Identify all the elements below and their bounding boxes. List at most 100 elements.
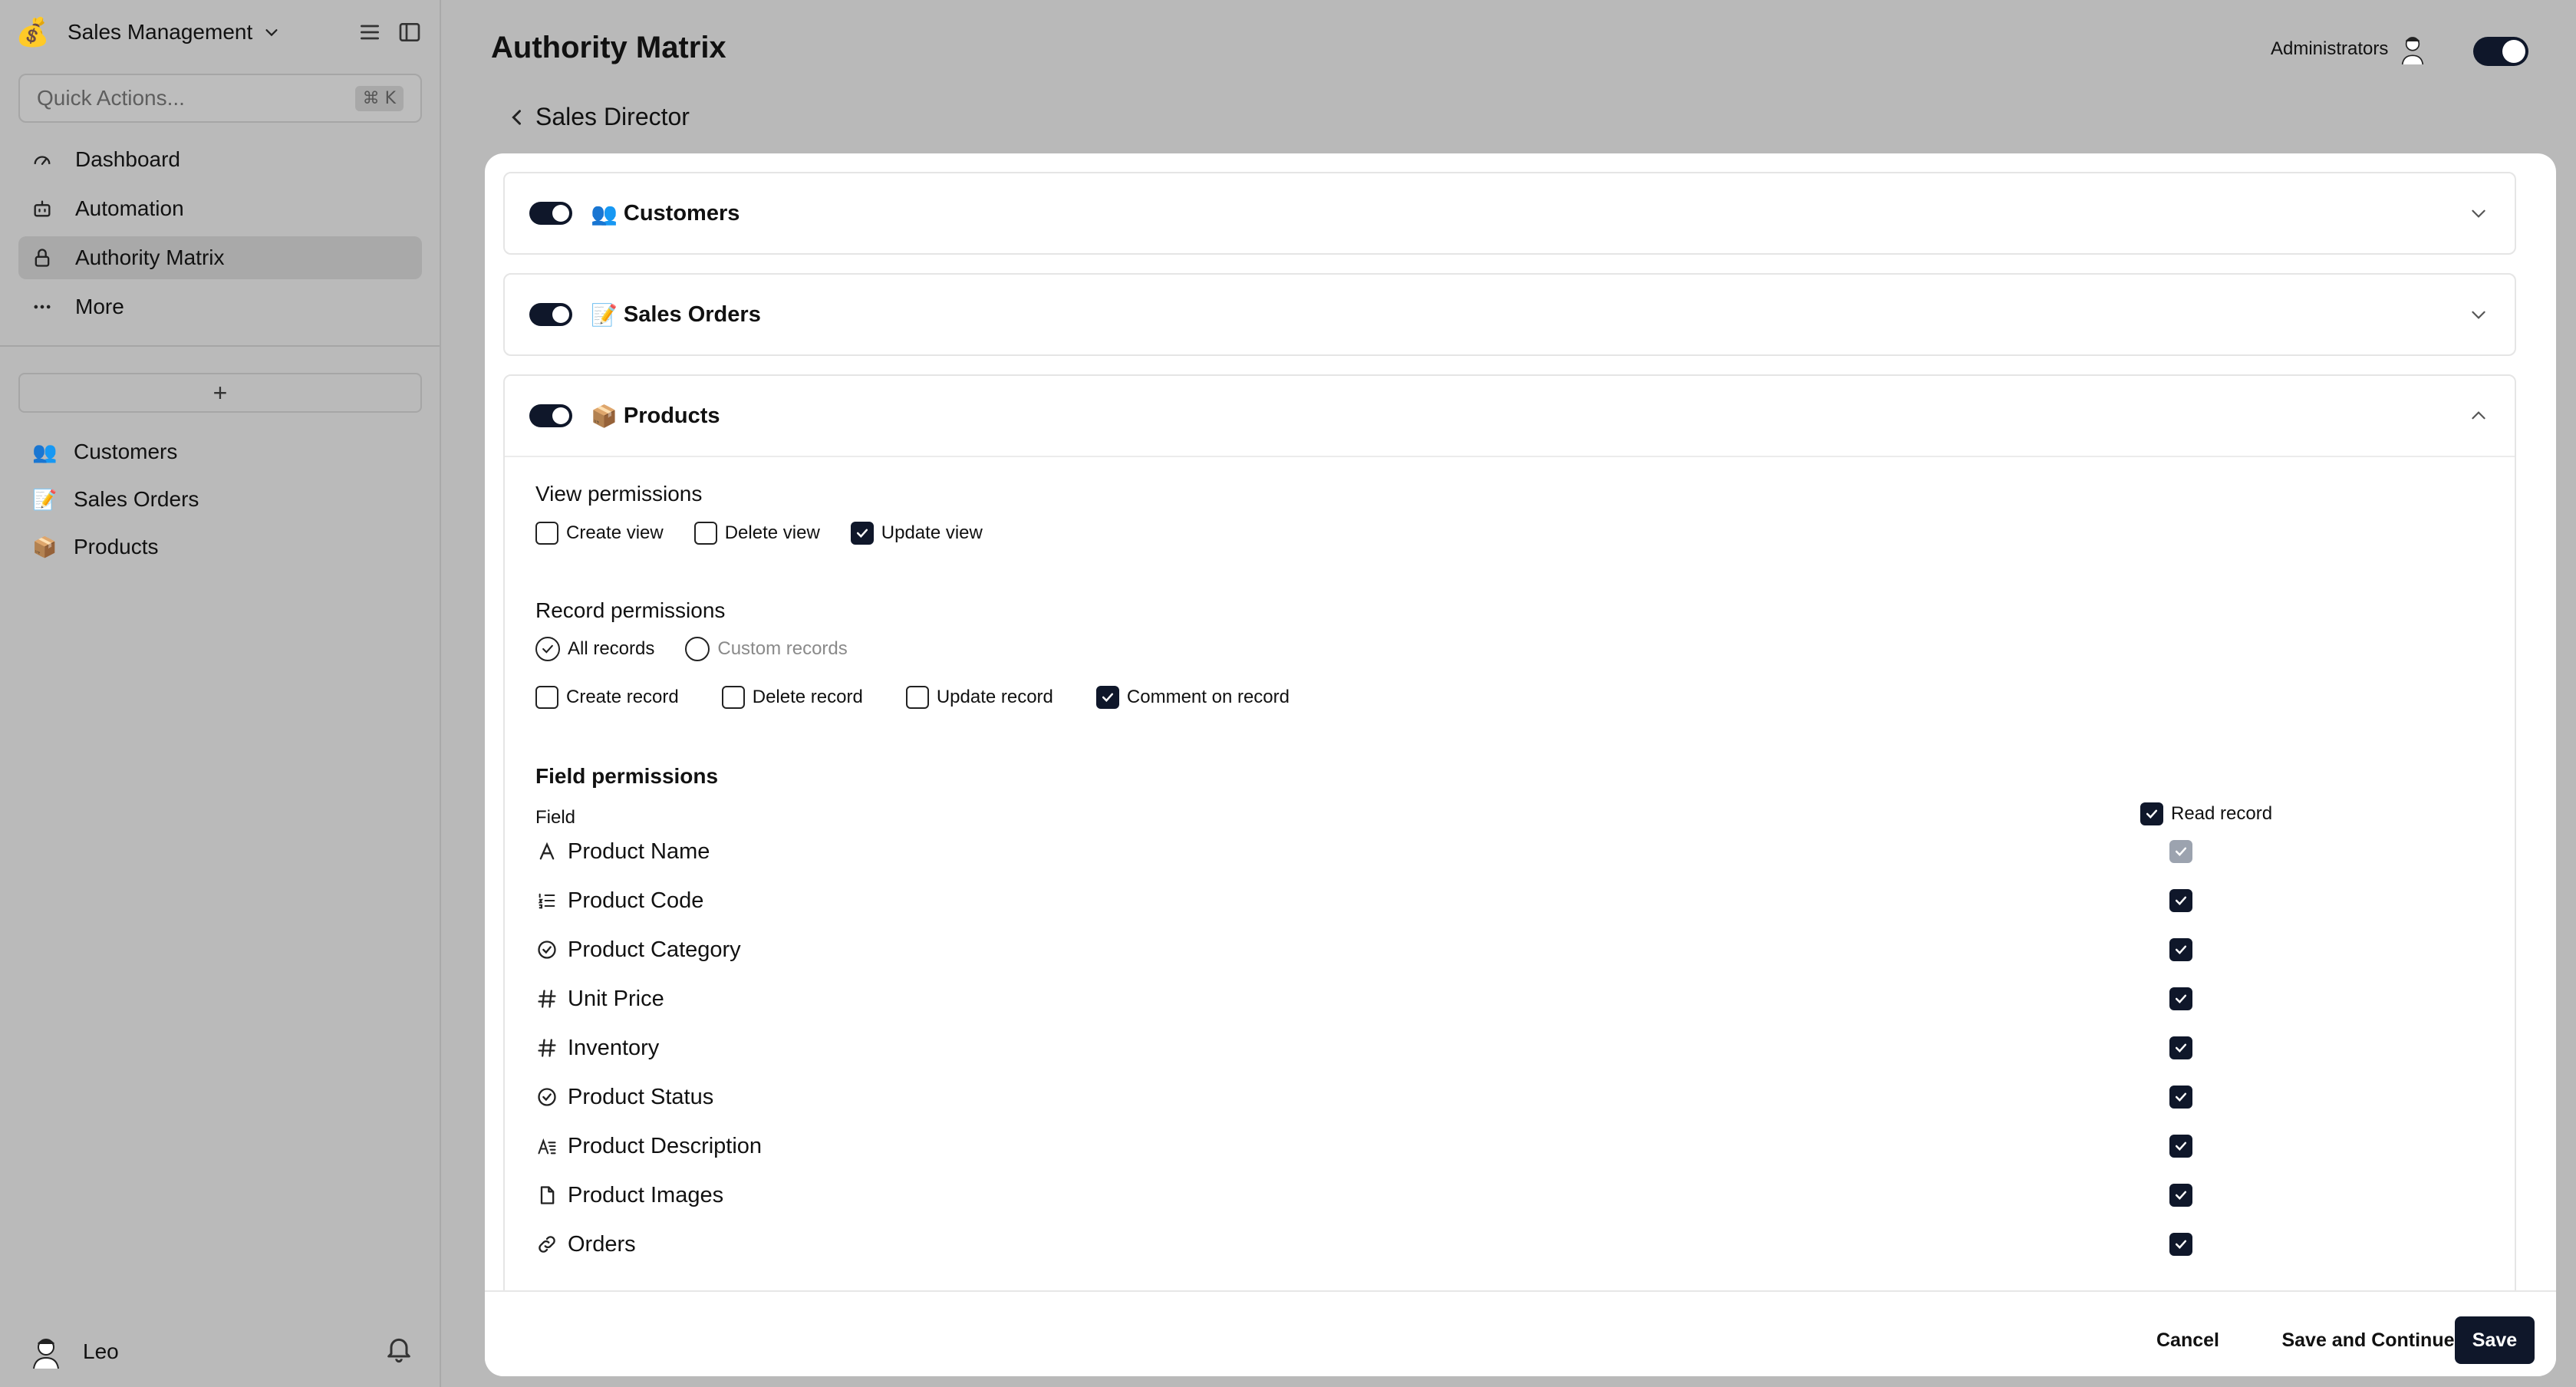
field-row: Unit Price [535,974,2499,1023]
nav-item-dashboard[interactable]: Dashboard [18,138,422,181]
nav-item-automation[interactable]: Automation [18,187,422,230]
read-record-checkbox[interactable] [2169,1233,2192,1256]
create-view-checkbox[interactable]: Create view [535,522,664,545]
circle-check-icon [535,939,558,960]
main-nav: Dashboard Automation Authority Matrix Mo… [18,138,422,334]
field-row: Product Description [535,1122,2499,1171]
checkbox[interactable] [850,522,874,545]
section-sales-orders: 📝 Sales Orders [503,273,2516,356]
quick-actions-placeholder: Quick Actions... [37,86,185,110]
delete-record-checkbox[interactable]: Delete record [721,686,863,709]
nav-item-authority-matrix[interactable]: Authority Matrix [18,236,422,279]
hash-icon [535,988,558,1010]
nav-item-more[interactable]: More [18,285,422,328]
role-selector[interactable]: Administrators [2271,32,2428,66]
delete-view-checkbox[interactable]: Delete view [693,522,820,545]
update-view-checkbox[interactable]: Update view [850,522,983,545]
section-header[interactable]: 📝 Sales Orders [505,275,2515,354]
user-name: Leo [83,1339,119,1363]
checkbox[interactable] [535,686,558,709]
section-header[interactable]: 📦 Products [505,376,2515,456]
circle-check-icon [535,1086,558,1108]
checkbox-label: Create view [566,522,664,543]
global-toggle[interactable] [2473,37,2528,66]
chevron-down-icon[interactable] [2469,305,2489,325]
table-item-sales-orders[interactable]: 📝 Sales Orders [18,476,422,523]
user-profile[interactable]: Leo [28,1329,119,1375]
comment-record-checkbox[interactable]: Comment on record [1095,686,1290,709]
read-record-checkbox[interactable] [2169,1184,2192,1207]
add-table-button[interactable]: + [18,373,422,413]
role-label: Administrators [2271,38,2389,59]
chevron-up-icon[interactable] [2469,406,2489,426]
sidebar: 💰 Sales Management Quick Actions... ⌘ K … [0,0,441,1387]
field-row: Orders [535,1220,2499,1269]
record-permissions-title: Record permissions [535,598,726,622]
read-record-header-checkbox[interactable]: Read record [2140,802,2272,825]
radio[interactable] [685,637,710,661]
view-permissions-title: View permissions [535,482,703,506]
table-item-customers[interactable]: 👥 Customers [18,428,422,476]
checkbox[interactable] [905,686,929,709]
people-icon: 👥 [591,201,618,226]
section-toggle[interactable] [529,202,572,225]
field-label: Product Name [568,838,710,864]
read-record-checkbox[interactable] [2169,1086,2192,1109]
quick-actions-search[interactable]: Quick Actions... ⌘ K [18,74,422,123]
field-row: Inventory [535,1023,2499,1072]
read-record-checkbox [2169,840,2192,863]
link-icon [535,1234,558,1255]
sidebar-toggle-icon[interactable] [397,20,422,44]
checkbox-label: Delete view [724,522,820,543]
back-button[interactable]: Sales Director [506,103,690,131]
role-name: Sales Director [535,103,690,130]
bell-icon[interactable] [384,1333,414,1364]
table-label: Products [74,535,159,558]
field-label: Product Status [568,1084,714,1109]
chevron-down-icon [263,24,280,41]
read-record-checkbox[interactable] [2169,987,2192,1010]
read-record-checkbox[interactable] [2169,938,2192,961]
field-row: Product Name [535,827,2499,876]
custom-records-radio[interactable]: Custom records [685,637,848,661]
read-record-checkbox[interactable] [2169,889,2192,912]
radio-label: Custom records [717,638,848,659]
field-column-header: Field [535,807,576,828]
chevron-left-icon [506,107,528,128]
checkbox[interactable] [721,686,745,709]
field-row: Product Category [535,925,2499,974]
save-button[interactable]: Save [2455,1316,2535,1364]
list-menu-icon[interactable] [357,20,382,44]
cancel-button[interactable]: Cancel [2142,1316,2234,1364]
update-record-checkbox[interactable]: Update record [905,686,1053,709]
checkbox[interactable] [1095,686,1119,709]
table-label: Sales Orders [74,487,199,511]
workspace-switcher[interactable]: 💰 Sales Management [15,15,280,49]
field-label: Product Description [568,1133,763,1158]
lock-icon [31,246,54,269]
section-header[interactable]: 👥 Customers [505,173,2515,253]
create-record-checkbox[interactable]: Create record [535,686,679,709]
radio[interactable] [535,637,560,661]
checkbox[interactable] [693,522,717,545]
people-icon: 👥 [32,440,58,463]
section-toggle[interactable] [529,404,572,427]
hash-icon [535,1037,558,1059]
section-title: Customers [623,200,740,226]
all-records-radio[interactable]: All records [535,637,654,661]
checkbox[interactable] [2140,802,2163,825]
nav-label: Dashboard [75,147,180,171]
field-label: Product Code [568,888,704,913]
package-icon: 📦 [591,404,618,428]
save-and-continue-button[interactable]: Save and Continue [2249,1316,2487,1364]
section-products: 📦 Products View permissions Create view … [503,374,2516,1301]
section-toggle[interactable] [529,303,572,326]
checkbox[interactable] [535,522,558,545]
read-record-checkbox[interactable] [2169,1036,2192,1059]
chevron-down-icon[interactable] [2469,203,2489,223]
section-body: View permissions Create view Delete view… [505,456,2515,1300]
read-record-checkbox[interactable] [2169,1135,2192,1158]
table-item-products[interactable]: 📦 Products [18,523,422,571]
text-icon [535,841,558,862]
table-label: Customers [74,440,178,463]
